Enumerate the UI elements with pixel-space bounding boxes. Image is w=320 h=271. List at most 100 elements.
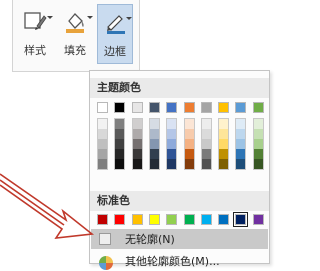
theme-shade-swatch[interactable]: [236, 139, 246, 149]
theme-shade-swatch[interactable]: [132, 159, 142, 169]
theme-color-swatch[interactable]: [183, 102, 195, 113]
standard-color-swatch[interactable]: [218, 214, 230, 225]
theme-shade-swatch[interactable]: [149, 159, 159, 169]
theme-shade-column: [114, 118, 126, 170]
theme-shade-swatch[interactable]: [115, 119, 125, 129]
theme-shade-swatch[interactable]: [132, 119, 142, 129]
theme-shade-swatch[interactable]: [201, 139, 211, 149]
theme-color-swatch[interactable]: [218, 102, 230, 113]
theme-shade-swatch[interactable]: [149, 139, 159, 149]
theme-shade-swatch[interactable]: [132, 139, 142, 149]
no-outline-item[interactable]: 无轮廓(N): [91, 229, 268, 249]
standard-color-swatch[interactable]: [131, 214, 143, 225]
theme-shade-swatch[interactable]: [236, 119, 246, 129]
standard-color-swatch[interactable]: [148, 214, 160, 225]
paint-bucket-icon: [66, 13, 84, 33]
theme-color-swatch[interactable]: [114, 102, 126, 113]
theme-shade-swatch[interactable]: [115, 129, 125, 139]
theme-shade-swatch[interactable]: [219, 159, 229, 169]
theme-shade-column: [131, 118, 143, 170]
theme-shade-column: [166, 118, 178, 170]
theme-shade-swatch[interactable]: [149, 129, 159, 139]
more-colors-item[interactable]: 其他轮廓颜色(M)...: [91, 251, 268, 271]
screenshot: 样式 填充 边框 主题颜色 标准色 无轮廓(N) 其他轮廓颜色(M)...: [0, 0, 290, 270]
theme-shade-swatch[interactable]: [253, 119, 263, 129]
theme-shade-swatch[interactable]: [219, 129, 229, 139]
theme-color-swatch[interactable]: [131, 102, 143, 113]
outline-button[interactable]: 边框: [97, 4, 133, 64]
theme-shade-swatch[interactable]: [219, 149, 229, 159]
theme-shade-swatch[interactable]: [253, 149, 263, 159]
theme-shade-swatch[interactable]: [98, 159, 107, 169]
standard-color-swatch[interactable]: [114, 214, 126, 225]
outline-color-menu: 主题颜色 标准色 无轮廓(N) 其他轮廓颜色(M)...: [89, 70, 270, 270]
theme-shade-swatch[interactable]: [132, 129, 142, 139]
theme-color-swatch[interactable]: [166, 102, 178, 113]
theme-shade-column: [148, 118, 160, 170]
theme-color-swatch[interactable]: [97, 102, 108, 113]
theme-shade-swatch[interactable]: [149, 119, 159, 129]
theme-shade-swatch[interactable]: [253, 129, 263, 139]
theme-color-swatch[interactable]: [200, 102, 212, 113]
theme-color-swatch[interactable]: [252, 102, 264, 113]
theme-shade-swatch[interactable]: [98, 139, 107, 149]
theme-colors-header: 主题颜色: [90, 78, 269, 98]
theme-shade-swatch[interactable]: [167, 159, 177, 169]
theme-shade-swatch[interactable]: [201, 159, 211, 169]
theme-shade-swatch[interactable]: [236, 129, 246, 139]
theme-shade-swatch[interactable]: [98, 129, 107, 139]
theme-shade-swatch[interactable]: [115, 149, 125, 159]
standard-colors-header: 标准色: [90, 191, 269, 211]
theme-shade-swatch[interactable]: [167, 119, 177, 129]
no-outline-swatch: [99, 233, 111, 245]
theme-color-swatch[interactable]: [235, 102, 247, 113]
theme-shade-swatch[interactable]: [115, 139, 125, 149]
standard-color-swatch[interactable]: [166, 214, 178, 225]
outline-button-label: 边框: [104, 45, 126, 58]
ribbon-group: 样式 填充 边框: [12, 0, 140, 72]
theme-shade-column: [183, 118, 195, 170]
theme-shade-column: [252, 118, 264, 170]
color-wheel-icon: [99, 256, 113, 270]
theme-shade-swatch[interactable]: [253, 159, 263, 169]
shape-style-icon: [24, 12, 47, 30]
theme-shade-swatch[interactable]: [184, 149, 194, 159]
theme-shade-swatch[interactable]: [98, 149, 107, 159]
standard-color-swatch[interactable]: [233, 212, 249, 227]
theme-shade-swatch[interactable]: [184, 159, 194, 169]
theme-shade-swatch[interactable]: [201, 129, 211, 139]
theme-shade-swatch[interactable]: [149, 149, 159, 159]
theme-shade-swatch[interactable]: [167, 139, 177, 149]
theme-shade-column: [235, 118, 247, 170]
fill-button[interactable]: 填充: [57, 4, 93, 64]
theme-shade-swatch[interactable]: [167, 149, 177, 159]
theme-shade-swatch[interactable]: [236, 149, 246, 159]
style-button-label: 样式: [24, 44, 46, 57]
theme-shade-swatch[interactable]: [184, 119, 194, 129]
red-pointer-arrow-icon: [0, 173, 95, 239]
theme-shade-swatch[interactable]: [184, 139, 194, 149]
standard-color-swatch[interactable]: [97, 214, 108, 225]
theme-color-swatch[interactable]: [148, 102, 160, 113]
theme-shade-swatch[interactable]: [132, 149, 142, 159]
chevron-down-icon: [87, 16, 93, 19]
standard-color-swatch[interactable]: [200, 214, 212, 225]
theme-shade-swatch[interactable]: [201, 119, 211, 129]
style-button[interactable]: 样式: [17, 4, 53, 64]
theme-shade-swatch[interactable]: [167, 129, 177, 139]
theme-shade-swatch[interactable]: [219, 119, 229, 129]
theme-shade-swatch[interactable]: [236, 159, 246, 169]
theme-shade-swatch[interactable]: [253, 139, 263, 149]
theme-shade-swatch[interactable]: [219, 139, 229, 149]
theme-shade-column: [200, 118, 212, 170]
no-outline-label: 无轮廓(N): [125, 233, 175, 246]
standard-color-swatch[interactable]: [183, 214, 195, 225]
theme-shade-swatch[interactable]: [201, 149, 211, 159]
theme-shade-swatch[interactable]: [184, 129, 194, 139]
theme-shade-swatch[interactable]: [98, 119, 107, 129]
more-colors-label: 其他轮廓颜色(M)...: [125, 255, 220, 268]
standard-color-swatch[interactable]: [252, 214, 264, 225]
theme-shade-column: [97, 118, 108, 170]
theme-shade-swatch[interactable]: [115, 159, 125, 169]
theme-shade-column: [218, 118, 230, 170]
